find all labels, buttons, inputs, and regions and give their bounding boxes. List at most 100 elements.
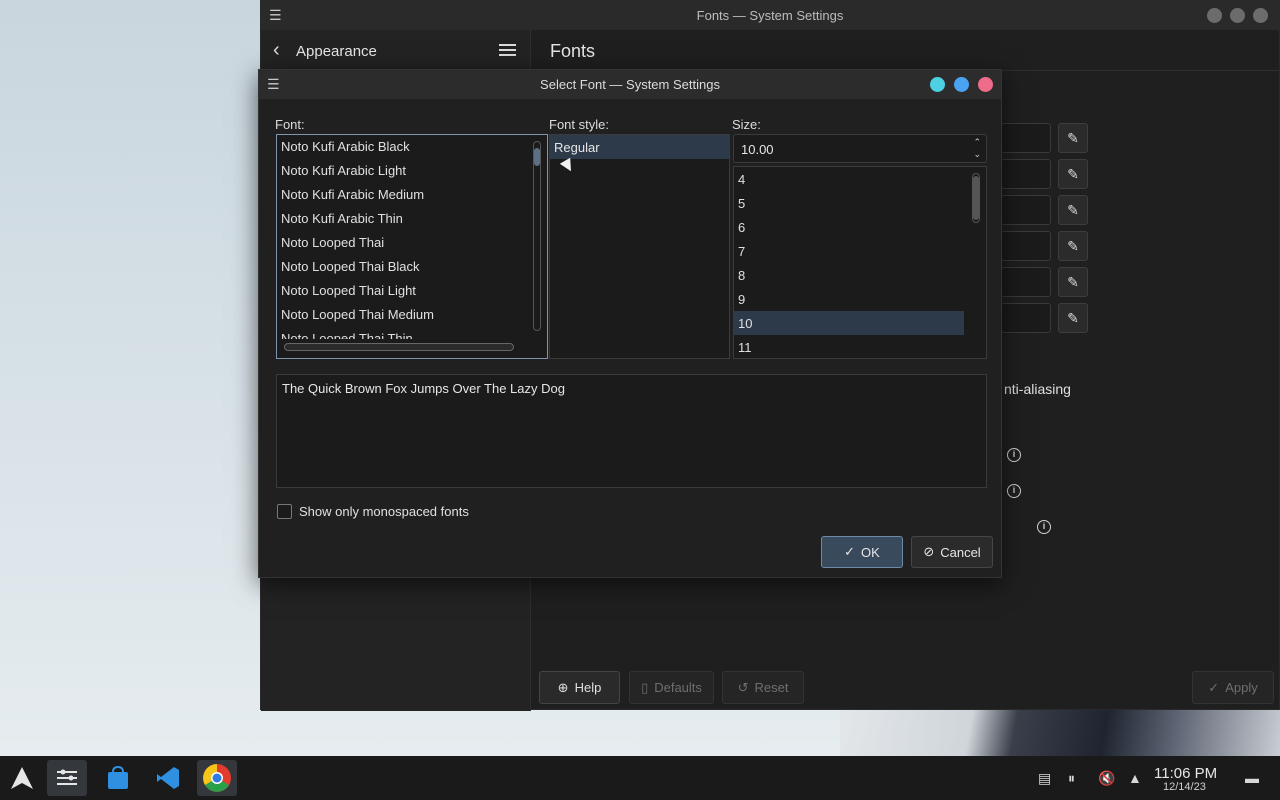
- size-list-item-selected[interactable]: [734, 311, 964, 335]
- style-list-item: Regular: [554, 140, 600, 155]
- close-button[interactable]: [1253, 8, 1268, 23]
- info-icon[interactable]: i: [1007, 484, 1021, 498]
- size-label: Size:: [732, 117, 761, 132]
- font-list-item[interactable]: Noto Kufi Arabic Medium: [281, 187, 424, 202]
- font-field[interactable]: [1001, 195, 1051, 225]
- font-list-item[interactable]: Noto Kufi Arabic Light: [281, 163, 406, 178]
- size-list-item[interactable]: 11: [738, 340, 752, 355]
- clipboard-icon[interactable]: ▤: [1038, 770, 1051, 787]
- clock-time[interactable]: 11:06 PM: [1154, 765, 1217, 782]
- help-icon: ⊕: [557, 679, 569, 695]
- edit-font-button[interactable]: ✎: [1058, 231, 1088, 261]
- size-list-item[interactable]: 4: [738, 172, 745, 187]
- hamburger-menu-icon[interactable]: [499, 44, 516, 57]
- info-icon[interactable]: i: [1007, 448, 1021, 462]
- volume-muted-icon[interactable]: 🔇: [1098, 770, 1115, 787]
- size-spinbox[interactable]: 10.00 ⌃ ⌄: [733, 134, 987, 163]
- help-label: Help: [574, 680, 602, 695]
- check-icon: ✓: [1208, 679, 1220, 695]
- discover-store-icon[interactable]: [98, 760, 138, 796]
- taskbar: [0, 756, 1280, 800]
- page-title: Fonts: [550, 41, 596, 61]
- defaults-label: Defaults: [654, 680, 702, 695]
- font-list-scrollbar[interactable]: [533, 141, 541, 331]
- maximize-button[interactable]: [1230, 8, 1245, 23]
- cancel-icon: ⊘: [923, 544, 935, 559]
- clock-date[interactable]: 12/14/23: [1163, 781, 1206, 793]
- font-list-item[interactable]: Noto Looped Thai Thin: [281, 331, 413, 339]
- sidebar-title: Appearance: [296, 43, 377, 60]
- font-list-hscrollbar[interactable]: [284, 343, 514, 351]
- font-field[interactable]: [1001, 123, 1051, 153]
- font-list-item[interactable]: Noto Kufi Arabic Black: [281, 139, 410, 154]
- check-icon: ✓: [844, 544, 856, 559]
- edit-font-button[interactable]: ✎: [1058, 303, 1088, 333]
- font-field[interactable]: [1001, 231, 1051, 261]
- font-list-scroll-thumb[interactable]: [534, 148, 540, 166]
- size-value: 10.00: [741, 142, 774, 157]
- minimize-button[interactable]: [1207, 8, 1222, 23]
- reset-button[interactable]: ↺ Reset: [722, 671, 804, 704]
- sidebar-header: ‹ Appearance: [261, 30, 530, 72]
- font-list-item[interactable]: Noto Looped Thai Black: [281, 259, 420, 274]
- font-list-item[interactable]: Noto Looped Thai Medium: [281, 307, 434, 322]
- edit-font-button[interactable]: ✎: [1058, 195, 1088, 225]
- ok-button[interactable]: ✓ OK: [821, 536, 903, 568]
- cancel-button[interactable]: ⊘ Cancel: [911, 536, 993, 568]
- spin-arrows-icon[interactable]: ⌃ ⌄: [973, 136, 981, 160]
- system-settings-task-icon[interactable]: [47, 760, 87, 796]
- font-list-item[interactable]: Noto Looped Thai Light: [281, 283, 416, 298]
- dialog-minimize-button[interactable]: [930, 77, 945, 92]
- apply-label: Apply: [1225, 680, 1258, 695]
- monospace-label[interactable]: Show only monospaced fonts: [299, 504, 469, 519]
- size-list-scrollbar[interactable]: [972, 173, 980, 223]
- size-list[interactable]: 4 5 6 7 8 9 10 11: [733, 166, 987, 359]
- font-list-item[interactable]: Noto Kufi Arabic Thin: [281, 211, 403, 226]
- dialog-maximize-button[interactable]: [954, 77, 969, 92]
- preview-text: The Quick Brown Fox Jumps Over The Lazy …: [282, 381, 565, 396]
- show-desktop-icon[interactable]: ▬: [1245, 770, 1259, 786]
- font-preview-box[interactable]: The Quick Brown Fox Jumps Over The Lazy …: [276, 374, 987, 488]
- anti-aliasing-label: nti-aliasing: [1004, 381, 1071, 397]
- help-button[interactable]: ⊕ Help: [539, 671, 620, 704]
- edit-font-button[interactable]: ✎: [1058, 123, 1088, 153]
- apply-button[interactable]: ✓ Apply: [1192, 671, 1274, 704]
- reset-icon: ↺: [737, 679, 749, 695]
- dialog-title: Select Font — System Settings: [540, 77, 720, 92]
- font-family-list[interactable]: Noto Kufi Arabic Black Noto Kufi Arabic …: [276, 134, 548, 359]
- size-list-scroll-thumb[interactable]: [973, 176, 979, 220]
- main-window-title: Fonts — System Settings: [696, 8, 844, 23]
- font-field[interactable]: [1001, 303, 1051, 333]
- defaults-button[interactable]: ▯ Defaults: [629, 671, 714, 704]
- select-font-dialog: ☰ Select Font — System Settings Font: Fo…: [258, 69, 1002, 578]
- vscode-icon[interactable]: [148, 760, 188, 796]
- chrome-icon[interactable]: [197, 760, 237, 796]
- size-list-item[interactable]: 10: [738, 316, 752, 331]
- main-titlebar[interactable]: ☰ Fonts — System Settings: [261, 1, 1279, 30]
- size-list-item[interactable]: 9: [738, 292, 745, 307]
- reset-label: Reset: [754, 680, 789, 695]
- size-list-item[interactable]: 5: [738, 196, 745, 211]
- edit-font-button[interactable]: ✎: [1058, 267, 1088, 297]
- ok-label: OK: [861, 544, 880, 560]
- info-icon[interactable]: i: [1037, 520, 1051, 534]
- media-pause-icon[interactable]: ⏸: [1068, 770, 1075, 787]
- size-list-item[interactable]: 8: [738, 268, 745, 283]
- size-list-item[interactable]: 7: [738, 244, 745, 259]
- dialog-close-button[interactable]: [978, 77, 993, 92]
- font-list-item[interactable]: Noto Looped Thai: [281, 235, 384, 250]
- monospace-checkbox[interactable]: [277, 504, 292, 519]
- style-list-item-selected[interactable]: Regular: [550, 135, 729, 159]
- font-label: Font:: [275, 117, 305, 132]
- font-field[interactable]: [1001, 159, 1051, 189]
- defaults-icon: ▯: [641, 679, 649, 695]
- dialog-titlebar[interactable]: ☰ Select Font — System Settings: [259, 70, 1001, 99]
- font-field[interactable]: [1001, 267, 1051, 297]
- size-list-item[interactable]: 6: [738, 220, 745, 235]
- back-arrow-icon[interactable]: ‹: [273, 39, 280, 62]
- font-style-label: Font style:: [549, 117, 609, 132]
- cancel-label: Cancel: [940, 544, 981, 560]
- app-launcher-icon[interactable]: [2, 760, 42, 796]
- edit-font-button[interactable]: ✎: [1058, 159, 1088, 189]
- tray-expand-icon[interactable]: ▲: [1128, 770, 1142, 786]
